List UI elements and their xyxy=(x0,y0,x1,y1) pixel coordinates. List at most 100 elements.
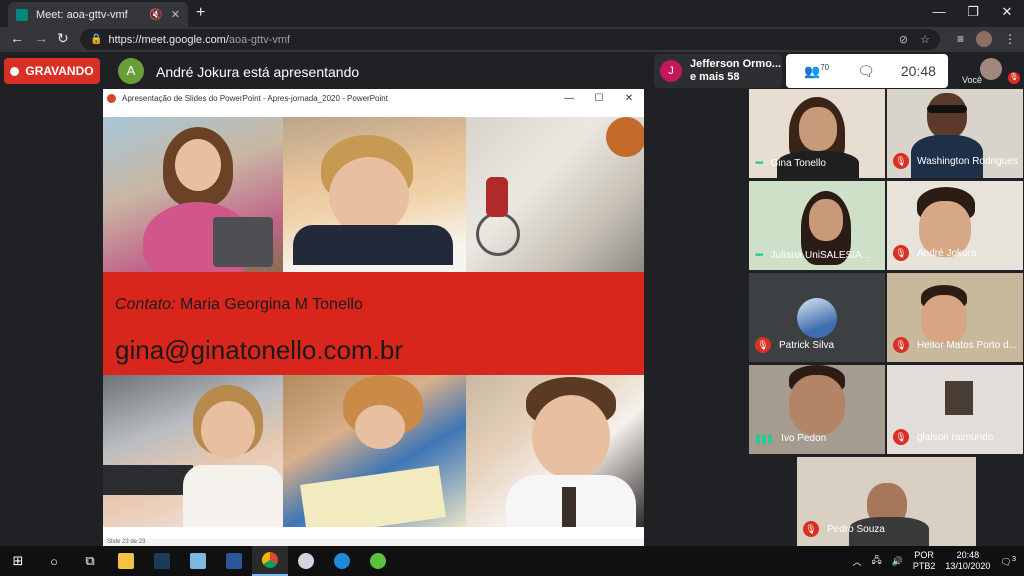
browser-toolbar: ← → ↻ 🔒 https://meet.google.com/aoa-gttv… xyxy=(0,27,1024,52)
mic-off-icon: 🎙 xyxy=(755,337,771,353)
task-view-icon[interactable]: ⧉ xyxy=(72,546,108,576)
window-controls: — ❐ ✕ xyxy=(922,0,1024,27)
speaking-dots-icon: ••• xyxy=(755,158,763,169)
self-view[interactable]: Você 🎙 xyxy=(958,54,1024,88)
participant-name: Juliana UniSALESIA... xyxy=(770,250,871,261)
powerpoint-icon xyxy=(107,93,116,103)
mic-off-icon: 🎙 xyxy=(893,337,909,353)
tray-chevron-icon[interactable]: ︿ xyxy=(853,555,862,568)
participant-name: Ivo Pedon xyxy=(781,433,827,444)
mic-off-icon: 🎙 xyxy=(893,153,909,169)
mic-off-icon: 🎙 xyxy=(1008,72,1020,84)
chat-icon[interactable]: 🗨 xyxy=(857,63,875,80)
participant-tile[interactable]: ▮▮▮ Ivo Pedon xyxy=(749,365,885,454)
self-label: Você xyxy=(962,75,983,85)
ppt-minimize-button[interactable]: — xyxy=(554,93,584,104)
windows-start-icon[interactable]: ⊞ xyxy=(0,546,36,576)
lang-line1: POR xyxy=(914,550,934,560)
minimize-button[interactable]: — xyxy=(922,0,956,27)
file-explorer-icon[interactable] xyxy=(108,546,144,576)
participant-tile[interactable]: 🎙 Patrick Silva xyxy=(749,273,885,362)
windows-taskbar: ⊞ ○ ⧉ ︿ 🖧 🔊 POR PTB2 20:48 13/10/2020 🗨3 xyxy=(0,546,1024,576)
browser-tab-strip: Meet: aoa-gttv-vmf 🔇 ✕ + — ❐ ✕ xyxy=(0,0,1024,27)
slide-photo-boy-smiling xyxy=(283,117,466,272)
new-tab-button[interactable]: + xyxy=(196,4,205,22)
address-bar[interactable]: 🔒 https://meet.google.com/aoa-gttv-vmf ⊘… xyxy=(80,29,940,50)
word-icon[interactable] xyxy=(216,546,252,576)
participant-count: 70 xyxy=(820,62,830,72)
slide-photo-man-headset xyxy=(466,375,644,527)
audio-level-icon: ▮▮▮ xyxy=(755,433,774,445)
presentation-window: Apresentação de Slides do PowerPoint - A… xyxy=(103,89,644,547)
close-window-button[interactable]: ✕ xyxy=(990,0,1024,27)
notification-count: 3 xyxy=(1011,554,1016,563)
ppt-close-button[interactable]: ✕ xyxy=(614,93,644,104)
camera-blocked-icon[interactable]: ⊘ xyxy=(899,33,908,46)
app-green-icon[interactable] xyxy=(360,546,396,576)
back-arrow-icon[interactable]: ← xyxy=(10,30,24,46)
self-avatar xyxy=(980,58,1002,80)
url-host: https://meet.google.com/ xyxy=(108,33,229,46)
participant-tile[interactable]: 🎙 André Jokura xyxy=(887,181,1023,270)
clock-date: 13/10/2020 xyxy=(945,561,991,571)
lang-line2: PTB2 xyxy=(912,561,936,571)
search-icon[interactable]: ○ xyxy=(36,546,72,576)
meet-favicon-icon xyxy=(16,8,28,21)
notepad-icon[interactable] xyxy=(180,546,216,576)
meeting-clock: 20:48 xyxy=(900,63,936,79)
chrome-icon[interactable] xyxy=(252,546,288,576)
people-summary[interactable]: J Jefferson Ormo... e mais 58 xyxy=(654,54,782,88)
contact-email: gina@ginatonello.com.br xyxy=(115,335,404,365)
volume-icon[interactable]: 🔊 xyxy=(892,556,903,567)
taskbar-clock[interactable]: 20:48 13/10/2020 xyxy=(945,550,990,572)
contact-name: Maria Georgina M Tonello xyxy=(179,296,363,313)
mic-off-icon: 🎙 xyxy=(893,245,909,261)
profile-avatar[interactable] xyxy=(976,31,992,47)
participant-name: Patrick Silva xyxy=(779,339,835,351)
notification-center-icon[interactable]: 🗨3 xyxy=(1000,554,1016,568)
presenter-status: André Jokura está apresentando xyxy=(156,64,360,80)
media-control-icon[interactable]: ≡ xyxy=(957,32,964,46)
tab-mute-icon[interactable]: 🔇 xyxy=(149,8,163,21)
slide-photo-girl-laptop xyxy=(103,117,283,272)
system-tray: ︿ 🖧 🔊 POR PTB2 20:48 13/10/2020 🗨3 xyxy=(853,546,1024,576)
participant-tile[interactable]: 🎙 Washington Rodrigues xyxy=(887,89,1023,178)
photoshop-icon[interactable] xyxy=(144,546,180,576)
reload-icon[interactable]: ↻ xyxy=(57,30,69,47)
contact-band: Contato: Maria Georgina M Tonello gina@g… xyxy=(103,272,644,375)
speaking-dots-icon: ••• xyxy=(755,250,763,261)
participant-avatar xyxy=(797,298,837,338)
participant-tile[interactable]: 🎙 Heitor Matos Porto d... xyxy=(887,273,1023,362)
language-indicator[interactable]: POR PTB2 xyxy=(913,550,936,572)
edge-icon[interactable] xyxy=(324,546,360,576)
mic-off-icon: 🎙 xyxy=(893,429,909,445)
participant-name: Pedro Souza xyxy=(827,523,885,535)
participant-tile[interactable]: 🎙 glaison raimundo xyxy=(887,365,1023,454)
participant-tile[interactable]: ••• Gina Tonello xyxy=(749,89,885,178)
participant-name: Gina Tonello xyxy=(770,158,826,169)
tab-close-icon[interactable]: ✕ xyxy=(171,8,180,21)
participant-tile[interactable]: ••• Juliana UniSALESIA... xyxy=(749,181,885,270)
chrome-menu-icon[interactable]: ⋮ xyxy=(1004,32,1016,46)
participant-tile[interactable]: 🎙 Pedro Souza xyxy=(797,457,976,546)
browser-tab[interactable]: Meet: aoa-gttv-vmf 🔇 ✕ xyxy=(8,2,188,27)
participant-name: André Jokura xyxy=(917,247,977,259)
people-avatar: J xyxy=(660,60,682,82)
participant-name: glaison raimundo xyxy=(917,431,994,443)
bookmark-star-icon[interactable]: ☆ xyxy=(920,33,930,46)
recording-indicator[interactable]: GRAVANDO xyxy=(4,58,100,84)
participants-button[interactable]: 👥70 xyxy=(804,63,829,79)
network-icon[interactable]: 🖧 xyxy=(872,553,882,569)
lock-icon: 🔒 xyxy=(90,34,103,45)
ppt-maximize-button[interactable]: ☐ xyxy=(584,93,614,104)
tab-title: Meet: aoa-gttv-vmf xyxy=(36,8,128,21)
maximize-button[interactable]: ❐ xyxy=(956,0,990,27)
people-more: e mais 58 xyxy=(690,71,740,83)
paint-icon[interactable] xyxy=(288,546,324,576)
participant-name: Washington Rodrigues xyxy=(917,155,1018,167)
slide: Contato: Maria Georgina M Tonello gina@g… xyxy=(103,117,644,527)
people-icon: 👥 xyxy=(804,63,821,79)
slide-photo-boy-reading xyxy=(283,375,466,527)
forward-arrow-icon[interactable]: → xyxy=(34,30,48,46)
people-name: Jefferson Ormo... xyxy=(690,58,782,70)
